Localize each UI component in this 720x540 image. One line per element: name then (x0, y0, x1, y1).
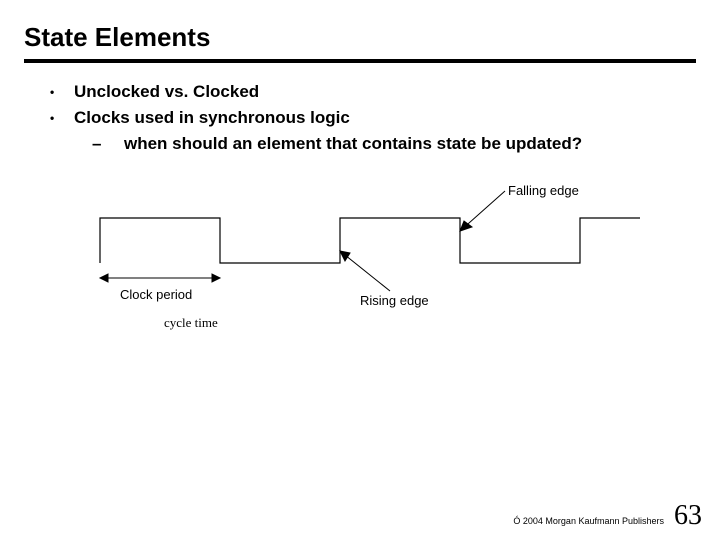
page-number: 63 (674, 500, 702, 532)
page-title: State Elements (24, 22, 696, 53)
cycle-time-label: cycle time (164, 315, 696, 331)
clock-period-label: Clock period (120, 287, 192, 302)
slide-footer: Ó 2004 Morgan Kaufmann Publishers 63 (513, 500, 702, 532)
copyright-text: Ó 2004 Morgan Kaufmann Publishers (513, 516, 664, 526)
sub-bullet-text: when should an element that contains sta… (124, 134, 582, 153)
rising-edge-label: Rising edge (360, 293, 429, 308)
clock-diagram: Clock period Rising edge Falling edge cy… (24, 183, 696, 331)
bullet-item: Clocks used in synchronous logic when sh… (50, 107, 696, 155)
sub-bullet-list: when should an element that contains sta… (74, 133, 696, 155)
bullet-text: Clocks used in synchronous logic (74, 108, 350, 127)
sub-bullet-item: when should an element that contains sta… (92, 133, 696, 155)
bullet-list: Unclocked vs. Clocked Clocks used in syn… (24, 81, 696, 155)
title-rule (24, 59, 696, 63)
bullet-text: Unclocked vs. Clocked (74, 82, 259, 101)
falling-edge-label: Falling edge (508, 183, 579, 198)
bullet-item: Unclocked vs. Clocked (50, 81, 696, 103)
